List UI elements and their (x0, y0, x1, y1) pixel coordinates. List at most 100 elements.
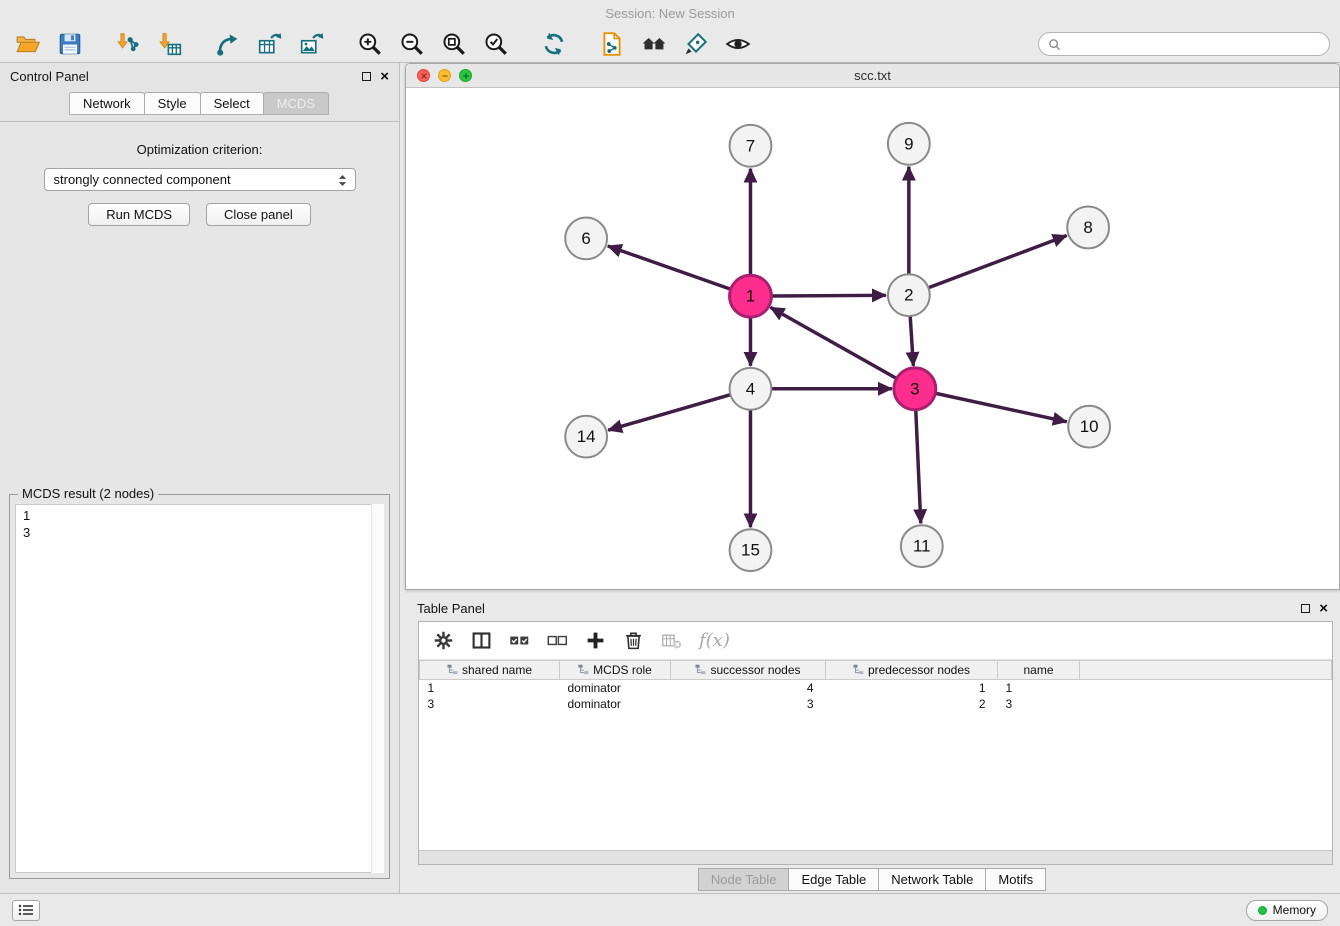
search-field[interactable] (1038, 32, 1330, 56)
table-panel-content: f(x) shared name MCDS role (418, 621, 1333, 865)
tab-edge-table[interactable]: Edge Table (788, 868, 879, 891)
node-table-cell: dominator (560, 680, 671, 696)
zoom-fit-icon[interactable] (438, 29, 470, 59)
criterion-dropdown-value: strongly connected component (54, 172, 231, 187)
node-table-cell: 1 (420, 680, 560, 696)
apply-style-icon[interactable] (680, 29, 712, 59)
select-all-columns-icon[interactable] (509, 630, 530, 651)
import-network-icon[interactable] (112, 29, 144, 59)
graph-edge-3-11[interactable] (916, 410, 921, 524)
network-canvas[interactable]: 1 2 3 4 6 7 8 9 10 11 14 15 (406, 88, 1339, 589)
node-table-cell: 4 (671, 680, 826, 696)
function-builder-icon[interactable]: f(x) (699, 630, 730, 651)
table-settings-icon[interactable] (433, 630, 454, 651)
graph-node-4[interactable]: 4 (730, 368, 772, 410)
svg-text:11: 11 (913, 537, 931, 556)
graph-node-2[interactable]: 2 (888, 274, 930, 316)
minimize-window-icon[interactable] (438, 69, 451, 82)
node-table-cell: 3 (998, 696, 1080, 712)
tab-style[interactable]: Style (144, 92, 201, 115)
graph-edge-2-8[interactable] (928, 236, 1066, 288)
node-table-cell: 1 (826, 680, 998, 696)
graph-node-6[interactable]: 6 (565, 217, 607, 259)
node-table-row[interactable]: 1dominator411 (420, 680, 1332, 696)
tab-mcds[interactable]: MCDS (263, 92, 329, 115)
network-view-window: scc.txt 1 2 3 4 6 7 8 9 10 11 14 15 (405, 63, 1340, 590)
graph-node-8[interactable]: 8 (1067, 207, 1109, 249)
save-session-icon[interactable] (54, 29, 86, 59)
column-header-predecessor-nodes[interactable]: predecessor nodes (826, 661, 998, 680)
graph-node-9[interactable]: 9 (888, 123, 930, 165)
close-table-panel-icon[interactable]: × (1319, 601, 1328, 616)
run-mcds-button[interactable]: Run MCDS (88, 203, 190, 226)
show-hide-icon[interactable] (722, 29, 754, 59)
column-header-filler (1080, 661, 1332, 680)
node-table-row[interactable]: 3dominator323 (420, 696, 1332, 712)
export-image-icon[interactable] (296, 29, 328, 59)
graph-edge-4-14[interactable] (608, 395, 730, 431)
search-icon (1048, 38, 1061, 51)
task-history-button[interactable] (12, 900, 40, 921)
close-panel-icon[interactable]: × (380, 69, 389, 84)
memory-label: Memory (1273, 903, 1316, 917)
close-window-icon[interactable] (417, 69, 430, 82)
open-session-icon[interactable] (12, 29, 44, 59)
column-header-successor-nodes[interactable]: successor nodes (671, 661, 826, 680)
zoom-window-icon[interactable] (459, 69, 472, 82)
delete-column-icon[interactable] (623, 630, 644, 651)
graph-node-7[interactable]: 7 (730, 125, 772, 167)
delete-table-icon[interactable] (661, 630, 682, 651)
show-columns-icon[interactable] (471, 630, 492, 651)
network-window-titlebar[interactable]: scc.txt (406, 64, 1339, 88)
column-hierarchy-icon (853, 664, 864, 678)
export-table-icon[interactable] (254, 29, 286, 59)
home-layout-icon[interactable] (638, 29, 670, 59)
criterion-dropdown[interactable]: strongly connected component (44, 168, 356, 191)
tab-network[interactable]: Network (69, 92, 145, 115)
svg-text:8: 8 (1083, 218, 1092, 237)
column-header-name[interactable]: name (998, 661, 1080, 680)
tab-select[interactable]: Select (200, 92, 264, 115)
node-table: shared name MCDS role successor nodes pr… (419, 660, 1332, 712)
zoom-in-icon[interactable] (354, 29, 386, 59)
graph-node-10[interactable]: 10 (1068, 406, 1110, 448)
tab-motifs[interactable]: Motifs (985, 868, 1046, 891)
tab-network-table[interactable]: Network Table (878, 868, 986, 891)
svg-text:14: 14 (577, 427, 596, 446)
search-input[interactable] (1067, 37, 1320, 52)
new-network-icon[interactable] (212, 29, 244, 59)
node-table-cell: 1 (998, 680, 1080, 696)
column-header-shared-name[interactable]: shared name (420, 661, 560, 680)
mcds-result-title: MCDS result (2 nodes) (18, 486, 158, 501)
graph-edge-1-6[interactable] (608, 246, 731, 289)
tab-node-table[interactable]: Node Table (698, 868, 790, 891)
add-column-icon[interactable] (585, 630, 606, 651)
network-document-icon[interactable] (596, 29, 628, 59)
column-header-mcds-role[interactable]: MCDS role (560, 661, 671, 680)
mcds-result-text: 1 3 (15, 504, 384, 873)
graph-edge-3-10[interactable] (935, 393, 1066, 422)
graph-node-1[interactable]: 1 (730, 275, 772, 317)
graph-node-11[interactable]: 11 (901, 525, 943, 567)
application-window: Session: New Session (0, 0, 1340, 926)
close-panel-button[interactable]: Close panel (206, 203, 311, 226)
graph-node-14[interactable]: 14 (565, 416, 607, 458)
zoom-selected-icon[interactable] (480, 29, 512, 59)
column-hierarchy-icon (695, 664, 706, 678)
graph-edge-1-2[interactable] (771, 295, 886, 296)
graph-edge-3-1[interactable] (770, 307, 896, 378)
float-panel-icon[interactable] (362, 72, 371, 81)
float-table-panel-icon[interactable] (1301, 604, 1310, 613)
result-scrollbar[interactable] (371, 504, 384, 873)
graph-node-15[interactable]: 15 (730, 529, 772, 571)
memory-button[interactable]: Memory (1246, 900, 1328, 921)
node-table-cell-filler (1080, 696, 1332, 712)
node-table-cell: dominator (560, 696, 671, 712)
svg-text:10: 10 (1080, 417, 1099, 436)
deselect-all-columns-icon[interactable] (547, 630, 568, 651)
graph-node-3[interactable]: 3 (894, 368, 936, 410)
zoom-out-icon[interactable] (396, 29, 428, 59)
import-table-icon[interactable] (154, 29, 186, 59)
graph-edge-2-3[interactable] (910, 316, 913, 366)
refresh-layout-icon[interactable] (538, 29, 570, 59)
